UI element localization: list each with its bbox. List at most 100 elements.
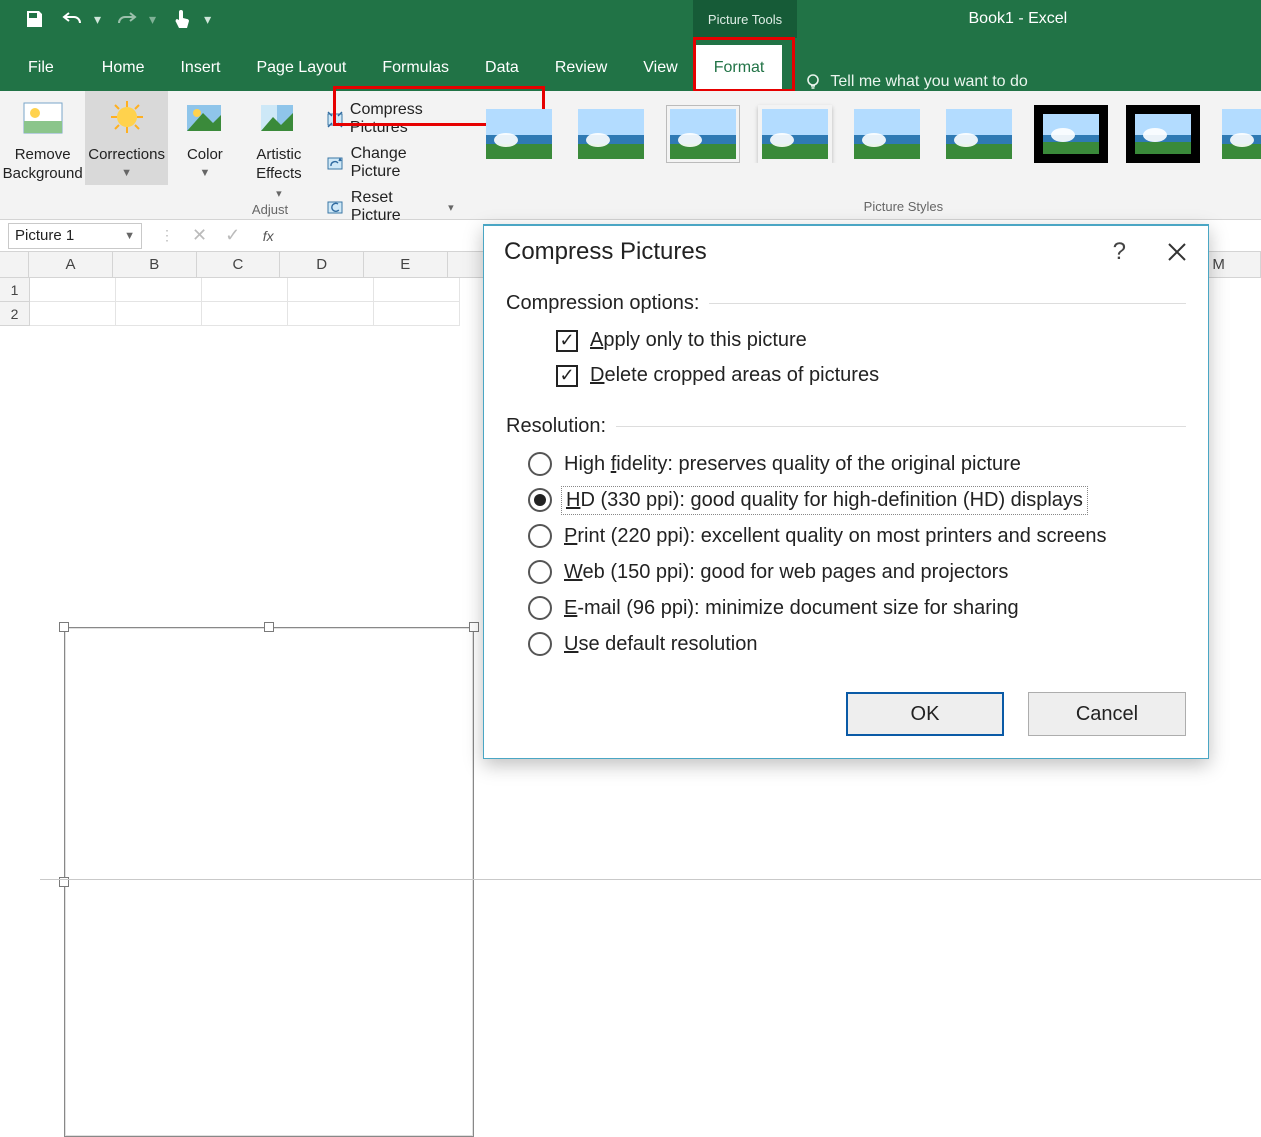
- remove-background-icon: [21, 99, 65, 139]
- col-header[interactable]: D: [280, 252, 364, 277]
- cell[interactable]: [288, 278, 374, 302]
- group-adjust: Remove Background Corrections ▼ Color ▼ …: [0, 91, 464, 219]
- group-picture-styles: Picture Styles: [464, 91, 1261, 219]
- title-bar: ▾ ▾ ▾ Picture Tools Book1 - Excel: [0, 0, 1261, 38]
- cell[interactable]: [30, 302, 116, 326]
- ribbon-tabs: File Home Insert Page Layout Formulas Da…: [0, 38, 1261, 91]
- resize-handle[interactable]: [59, 622, 69, 632]
- save-icon[interactable]: [22, 7, 46, 31]
- radio-icon: [528, 596, 552, 620]
- tab-file[interactable]: File: [0, 45, 84, 91]
- radio-email-96[interactable]: E-mail (96 ppi): minimize document size …: [506, 590, 1186, 626]
- cell[interactable]: [116, 278, 202, 302]
- style-thumb[interactable]: [1126, 105, 1200, 163]
- dialog-titlebar[interactable]: Compress Pictures ?: [484, 226, 1208, 272]
- ellipsis-icon[interactable]: ⋮: [160, 227, 174, 244]
- corrections-button[interactable]: Corrections ▼: [85, 91, 168, 185]
- row-header[interactable]: 2: [0, 302, 30, 326]
- change-picture-icon: [326, 153, 345, 173]
- group-label-styles: Picture Styles: [864, 199, 943, 214]
- tab-formulas[interactable]: Formulas: [364, 45, 467, 91]
- tab-format[interactable]: Format: [696, 45, 783, 91]
- change-picture-button[interactable]: Change Picture: [316, 141, 464, 185]
- style-thumb[interactable]: [942, 105, 1016, 163]
- tab-insert[interactable]: Insert: [162, 45, 238, 91]
- cell[interactable]: [202, 302, 288, 326]
- style-thumb[interactable]: [1034, 105, 1108, 163]
- tab-review[interactable]: Review: [537, 45, 625, 91]
- radio-icon: [528, 488, 552, 512]
- enter-icon[interactable]: ✓: [225, 225, 240, 246]
- help-icon[interactable]: ?: [1113, 238, 1126, 266]
- undo-icon[interactable]: [60, 7, 84, 31]
- cancel-icon[interactable]: ✕: [192, 225, 207, 246]
- cell[interactable]: [374, 278, 460, 302]
- cell[interactable]: [116, 302, 202, 326]
- name-box[interactable]: Picture 1 ▼: [8, 223, 142, 249]
- tab-page-layout[interactable]: Page Layout: [238, 45, 364, 91]
- touch-mode-icon[interactable]: [170, 7, 194, 31]
- radio-default[interactable]: Use default resolution: [506, 626, 1186, 662]
- checkbox-label: Delete cropped areas of pictures: [590, 364, 879, 387]
- row-header[interactable]: 1: [0, 278, 30, 302]
- section-compression-options: Compression options:: [506, 292, 1186, 315]
- style-thumb[interactable]: [574, 105, 648, 163]
- ok-button[interactable]: OK: [846, 692, 1004, 736]
- change-picture-label: Change Picture: [351, 145, 454, 181]
- style-thumb[interactable]: [758, 105, 832, 163]
- dropdown-icon[interactable]: ▾: [94, 11, 101, 28]
- compress-pictures-dialog: Compress Pictures ? Compression options:…: [483, 224, 1209, 759]
- cell[interactable]: [30, 278, 116, 302]
- radio-hd-330[interactable]: HD (330 ppi): good quality for high-defi…: [506, 482, 1186, 518]
- dialog-buttons: OK Cancel: [484, 676, 1208, 758]
- checkbox-apply-only[interactable]: ✓ Apply only to this picture: [506, 323, 1186, 358]
- resize-handle[interactable]: [469, 622, 479, 632]
- section-label: Compression options:: [506, 292, 699, 315]
- style-thumb[interactable]: [666, 105, 740, 163]
- tab-home[interactable]: Home: [84, 45, 163, 91]
- close-icon[interactable]: [1166, 241, 1188, 263]
- tab-data[interactable]: Data: [467, 45, 537, 91]
- remove-bg-label2: Background: [3, 164, 83, 183]
- dropdown-icon[interactable]: ▾: [204, 11, 211, 28]
- picture-styles-gallery[interactable]: [464, 91, 1261, 163]
- color-icon: [183, 99, 227, 139]
- remove-background-button[interactable]: Remove Background: [0, 91, 85, 185]
- compress-pictures-button[interactable]: Compress Pictures: [316, 97, 464, 141]
- radio-label: Use default resolution: [564, 633, 757, 656]
- dropdown-icon[interactable]: ▼: [124, 230, 135, 242]
- tell-me-search[interactable]: Tell me what you want to do: [804, 73, 1027, 91]
- cell[interactable]: [288, 302, 374, 326]
- tab-view[interactable]: View: [625, 45, 695, 91]
- radio-print-220[interactable]: Print (220 ppi): excellent quality on mo…: [506, 518, 1186, 554]
- tell-me-placeholder: Tell me what you want to do: [830, 73, 1027, 91]
- resize-handle[interactable]: [264, 622, 274, 632]
- radio-label: High fidelity: preserves quality of the …: [564, 453, 1021, 476]
- dropdown-icon[interactable]: ▾: [149, 11, 156, 28]
- sheet-tab-strip[interactable]: [40, 879, 1261, 899]
- style-thumb[interactable]: [850, 105, 924, 163]
- compress-pictures-icon: [326, 109, 344, 129]
- col-header[interactable]: C: [197, 252, 281, 277]
- radio-web-150[interactable]: Web (150 ppi): good for web pages and pr…: [506, 554, 1186, 590]
- radio-label: Web (150 ppi): good for web pages and pr…: [564, 561, 1008, 584]
- col-header[interactable]: E: [364, 252, 448, 277]
- checkbox-delete-cropped[interactable]: ✓ Delete cropped areas of pictures: [506, 358, 1186, 393]
- select-all-button[interactable]: [0, 252, 29, 277]
- col-header[interactable]: B: [113, 252, 197, 277]
- radio-high-fidelity[interactable]: High fidelity: preserves quality of the …: [506, 446, 1186, 482]
- style-thumb[interactable]: [482, 105, 556, 163]
- cell[interactable]: [202, 278, 288, 302]
- fx-icon[interactable]: fx: [258, 228, 278, 244]
- cell[interactable]: [374, 302, 460, 326]
- artistic-effects-button[interactable]: Artistic Effects ▾: [242, 91, 316, 206]
- cancel-button[interactable]: Cancel: [1028, 692, 1186, 736]
- dropdown-icon: ▼: [121, 164, 132, 183]
- radio-icon: [528, 452, 552, 476]
- color-button[interactable]: Color ▼: [168, 91, 242, 185]
- style-thumb[interactable]: [1218, 105, 1261, 163]
- radio-icon: [528, 524, 552, 548]
- col-header[interactable]: A: [29, 252, 113, 277]
- redo-icon[interactable]: [115, 7, 139, 31]
- radio-label: HD (330 ppi): good quality for high-defi…: [564, 489, 1085, 512]
